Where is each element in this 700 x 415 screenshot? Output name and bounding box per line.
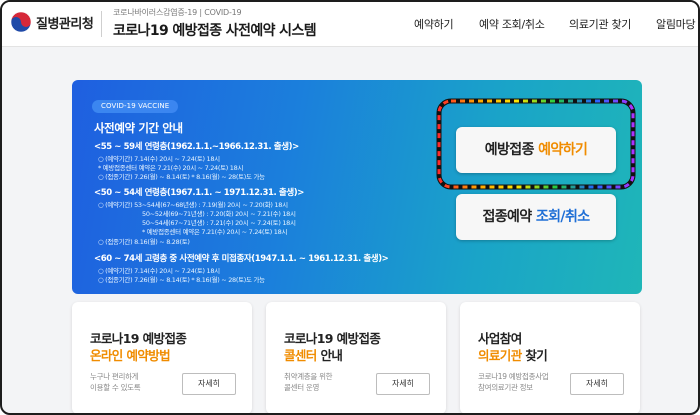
card-desc-line2: 콜센터 운영 <box>284 383 320 392</box>
card-title-emphasis: 의료기관 <box>478 348 522 363</box>
card-desc-line1: 코로나19 예방접종사업 <box>478 372 549 381</box>
header-divider <box>101 11 102 37</box>
group-title-55-59: <55 ~ 59세 연령층(1962.1.1.~1966.12.31. 출생)> <box>94 142 299 152</box>
card-title-emphasis: 콜센터 <box>284 348 317 363</box>
info-line: * 예방접종센터 예약은 7.21(수) 20시 ~ 7.24(토) 18시 <box>142 228 288 236</box>
inquiry-button-highlight: 조회/취소 <box>535 209 590 225</box>
vaccine-badge: COVID-19 VACCINE <box>92 100 179 113</box>
kdca-logo[interactable]: 질병관리청 <box>10 11 94 33</box>
system-subtitle: 코로나바이러스감염증-19 | COVID-19 <box>113 8 242 17</box>
more-button[interactable]: 자세히 <box>376 373 430 395</box>
info-line: ○ (접종기간) 7.26(월) ~ 8.14(토) * 8.16(월) ~ 2… <box>98 276 265 284</box>
more-button[interactable]: 자세히 <box>570 373 624 395</box>
card-online-reservation[interactable]: 코로나19 예방접종 온라인 예약방법 누구나 편리하게 이용할 수 있도록 자… <box>72 302 252 413</box>
group-title-50-54: <50 ~ 54세 연령층(1967.1.1. ~ 1971.12.31. 출생… <box>94 188 304 198</box>
site-header: 질병관리청 코로나바이러스감염증-19 | COVID-19 코로나19 예방접… <box>2 2 698 47</box>
card-desc-line2: 참여의료기관 정보 <box>478 383 533 392</box>
reserve-button-highlight: 예약하기 <box>538 142 588 158</box>
inquiry-cancel-button[interactable]: 접종예약 조회/취소 <box>456 194 616 240</box>
more-button[interactable]: 자세히 <box>182 373 236 395</box>
card-find-clinic[interactable]: 사업참여 의료기관 찾기 코로나19 예방접종사업 참여의료기관 정보 자세히 <box>460 302 640 413</box>
system-title: 코로나19 예방접종 사전예약 시스템 <box>113 23 317 39</box>
info-line: ○ (접종기간) 8.16(월) ~ 8.28(토) <box>98 238 190 246</box>
taegeuk-emblem-icon <box>10 11 32 33</box>
nav-find-clinic[interactable]: 의료기관 찾기 <box>569 16 631 32</box>
page-frame: 질병관리청 코로나바이러스감염증-19 | COVID-19 코로나19 예방접… <box>0 0 700 415</box>
card-title-line2: 의료기관 찾기 <box>478 345 548 364</box>
card-title-rest: 찾기 <box>521 348 548 363</box>
card-call-center[interactable]: 코로나19 예방접종 콜센터 안내 취약계층을 위한 콜센터 운영 자세히 <box>266 302 446 413</box>
nav-reserve[interactable]: 예약하기 <box>414 16 454 32</box>
nav-notice[interactable]: 알림마당 <box>656 16 696 32</box>
hero-title: 사전예약 기간 안내 <box>94 121 183 135</box>
group-title-60-74: <60 ~ 74세 고령층 중 사전예약 후 미접종자(1947.1.1. ~ … <box>94 254 389 264</box>
inquiry-button-prefix: 접종예약 <box>482 209 536 225</box>
card-title-emphasis: 온라인 예약방법 <box>90 348 171 363</box>
card-desc-line1: 누구나 편리하게 <box>90 372 139 381</box>
reserve-button-prefix: 예방접종 <box>484 142 539 158</box>
card-title-rest: 안내 <box>316 348 343 363</box>
system-title-block[interactable]: 코로나바이러스감염증-19 | COVID-19 코로나19 예방접종 사전예약… <box>113 7 317 40</box>
card-title-line2: 온라인 예약방법 <box>90 345 171 364</box>
card-desc-line1: 취약계층을 위한 <box>284 372 333 381</box>
info-line: ○ (접종기간) 7.26(월) ~ 8.14(토) * 8.16(월) ~ 2… <box>98 173 265 181</box>
org-name: 질병관리청 <box>36 16 94 32</box>
card-desc-line2: 이용할 수 있도록 <box>90 383 141 392</box>
card-title-line2: 콜센터 안내 <box>284 345 343 364</box>
reserve-vaccination-button[interactable]: 예방접종 예약하기 <box>456 127 616 173</box>
nav-inquiry-cancel[interactable]: 예약 조회/취소 <box>479 16 545 32</box>
